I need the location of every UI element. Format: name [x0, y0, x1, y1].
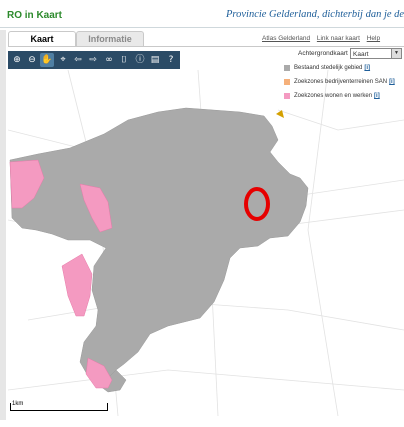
- scale-label: 1km: [12, 401, 24, 407]
- zoom-in-icon[interactable]: ⊕: [10, 53, 24, 67]
- measure-icon[interactable]: ⌷: [117, 53, 131, 67]
- window-edge: [0, 30, 6, 420]
- header: RO in Kaart Provincie Gelderland, dichte…: [0, 0, 404, 30]
- binoculars-icon[interactable]: ∞: [102, 53, 116, 67]
- background-map-select[interactable]: Kaart ▼: [350, 48, 402, 59]
- info-link[interactable]: [i]: [364, 65, 370, 71]
- legend-swatch: [284, 79, 290, 85]
- chevron-down-icon[interactable]: ▼: [391, 49, 401, 58]
- legend-label: Zoekzones bedrijventerreinen SAN [i]: [294, 79, 395, 85]
- zoom-extent-icon[interactable]: ⌖: [56, 53, 70, 67]
- background-map-label: Achtergrondkaart: [298, 50, 348, 57]
- scale-bar: [10, 403, 108, 411]
- background-map-value: Kaart: [353, 51, 369, 58]
- forward-arrow-icon[interactable]: ⇨: [86, 53, 100, 67]
- info-link[interactable]: [i]: [374, 93, 380, 99]
- header-divider: [0, 27, 404, 28]
- link-help[interactable]: Help: [367, 35, 380, 42]
- map-toolbar: ⊕ ⊖ ✋ ⌖ ⇦ ⇨ ∞ ⌷ ⓘ ▤ ?: [8, 51, 180, 69]
- map-canvas: [8, 70, 404, 416]
- legend-label: Bestaand stedelijk gebied [i]: [294, 65, 371, 71]
- province-slogan: Provincie Gelderland, dichterbij dan je …: [226, 9, 404, 20]
- link-atlas-gelderland[interactable]: Atlas Gelderland: [262, 35, 310, 42]
- link-naar-kaart[interactable]: Link naar kaart: [317, 35, 360, 42]
- legend-swatch: [284, 65, 290, 71]
- tab-divider: [8, 46, 404, 47]
- zoom-out-icon[interactable]: ⊖: [25, 53, 39, 67]
- legend-label: Zoekzones wonen en werken [i]: [294, 93, 380, 99]
- top-links: Atlas Gelderland Link naar kaart Help: [262, 35, 385, 42]
- map-view[interactable]: [8, 70, 404, 416]
- legend-swatch: [284, 93, 290, 99]
- info-icon[interactable]: ⓘ: [133, 53, 147, 67]
- pan-hand-icon[interactable]: ✋: [40, 53, 54, 67]
- app-title: RO in Kaart: [7, 10, 63, 21]
- back-arrow-icon[interactable]: ⇦: [71, 53, 85, 67]
- tab-kaart[interactable]: Kaart: [8, 31, 76, 46]
- pdf-icon[interactable]: ▤: [148, 53, 162, 67]
- info-link[interactable]: [i]: [389, 79, 395, 85]
- help-icon[interactable]: ?: [164, 53, 178, 67]
- tab-informatie[interactable]: Informatie: [76, 31, 144, 46]
